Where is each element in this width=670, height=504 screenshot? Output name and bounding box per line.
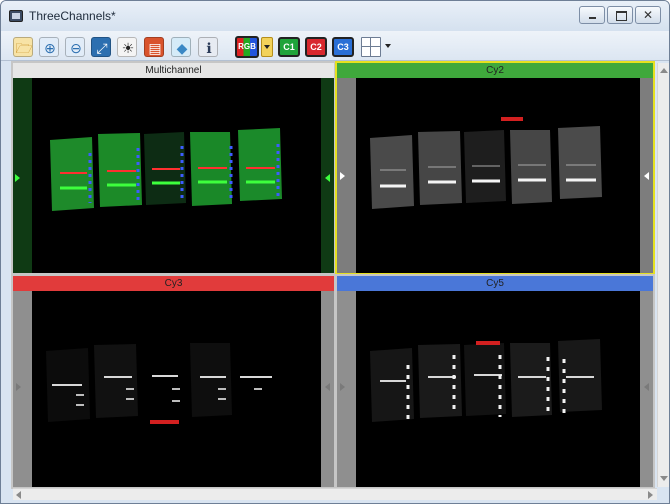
pane-cy3[interactable]: Cy3 bbox=[11, 274, 336, 489]
image-viewport[interactable] bbox=[13, 291, 334, 487]
pane-title: Multichannel bbox=[13, 63, 334, 78]
image-viewport[interactable] bbox=[13, 78, 334, 273]
scroll-right-arrow-icon[interactable] bbox=[648, 491, 653, 499]
vertical-scrollbar[interactable] bbox=[657, 63, 669, 487]
fit-to-window-icon[interactable]: ⤢ bbox=[91, 37, 111, 57]
image-viewport[interactable] bbox=[337, 291, 653, 487]
scroll-up-arrow-icon[interactable] bbox=[660, 65, 668, 73]
properties-icon[interactable]: ◆ bbox=[171, 37, 191, 57]
toolbar: 🗁 ⊕ ⊖ ⤢ ☀ ▤ ◆ ℹ RGB C1 C2 C3 bbox=[1, 31, 669, 61]
app-icon bbox=[9, 10, 23, 22]
pane-title: Cy3 bbox=[13, 276, 334, 291]
image-area: Multichannel Cy2 Cy3 Cy5 bbox=[11, 61, 655, 489]
brightness-contrast-icon[interactable]: ☀ bbox=[117, 37, 137, 57]
maximize-button[interactable] bbox=[607, 6, 633, 24]
cy5-gel-image bbox=[370, 339, 602, 425]
horizontal-scrollbar[interactable] bbox=[13, 488, 657, 500]
right-position-marker[interactable] bbox=[325, 383, 330, 391]
channel-c3-button[interactable]: C3 bbox=[332, 37, 354, 57]
minimize-button[interactable] bbox=[579, 6, 605, 24]
left-position-marker[interactable] bbox=[340, 383, 345, 391]
pane-title: Cy5 bbox=[337, 276, 653, 291]
channel-c1-button[interactable]: C1 bbox=[278, 37, 300, 57]
zoom-out-icon[interactable]: ⊖ bbox=[65, 37, 85, 57]
multichannel-gel-image bbox=[50, 128, 282, 211]
open-image-icon[interactable]: 🗁 bbox=[13, 37, 33, 57]
grid-layout-icon[interactable] bbox=[361, 37, 381, 57]
scroll-left-arrow-icon[interactable] bbox=[16, 491, 21, 499]
left-position-marker[interactable] bbox=[340, 172, 345, 180]
right-position-marker[interactable] bbox=[325, 174, 330, 182]
layout-dropdown-arrow[interactable] bbox=[385, 44, 391, 48]
rgb-dropdown-arrow[interactable] bbox=[261, 37, 273, 57]
image-viewport[interactable] bbox=[337, 78, 653, 273]
scroll-down-arrow-icon[interactable] bbox=[660, 476, 668, 484]
channel-c2-button[interactable]: C2 bbox=[305, 37, 327, 57]
pane-cy5[interactable]: Cy5 bbox=[335, 274, 655, 489]
left-position-marker[interactable] bbox=[15, 174, 20, 182]
window-title: ThreeChannels* bbox=[29, 9, 116, 23]
pane-cy2[interactable]: Cy2 bbox=[335, 61, 655, 275]
title-bar[interactable]: ThreeChannels* ✕ bbox=[1, 1, 669, 31]
right-position-marker[interactable] bbox=[644, 383, 649, 391]
image-window: ThreeChannels* ✕ 🗁 ⊕ ⊖ ⤢ ☀ ▤ ◆ ℹ RGB C1 … bbox=[0, 0, 670, 504]
zoom-in-icon[interactable]: ⊕ bbox=[39, 37, 59, 57]
cy2-gel-image bbox=[370, 117, 602, 209]
color-table-icon[interactable]: ▤ bbox=[144, 37, 164, 57]
chevron-down-icon bbox=[264, 45, 270, 49]
pane-title: Cy2 bbox=[337, 63, 653, 78]
rgb-button[interactable]: RGB bbox=[235, 36, 259, 58]
cy3-gel-image bbox=[46, 343, 272, 424]
right-position-marker[interactable] bbox=[644, 172, 649, 180]
close-button[interactable]: ✕ bbox=[635, 6, 661, 24]
pane-multichannel[interactable]: Multichannel bbox=[11, 61, 336, 275]
left-position-marker[interactable] bbox=[16, 383, 21, 391]
info-icon[interactable]: ℹ bbox=[198, 37, 218, 57]
